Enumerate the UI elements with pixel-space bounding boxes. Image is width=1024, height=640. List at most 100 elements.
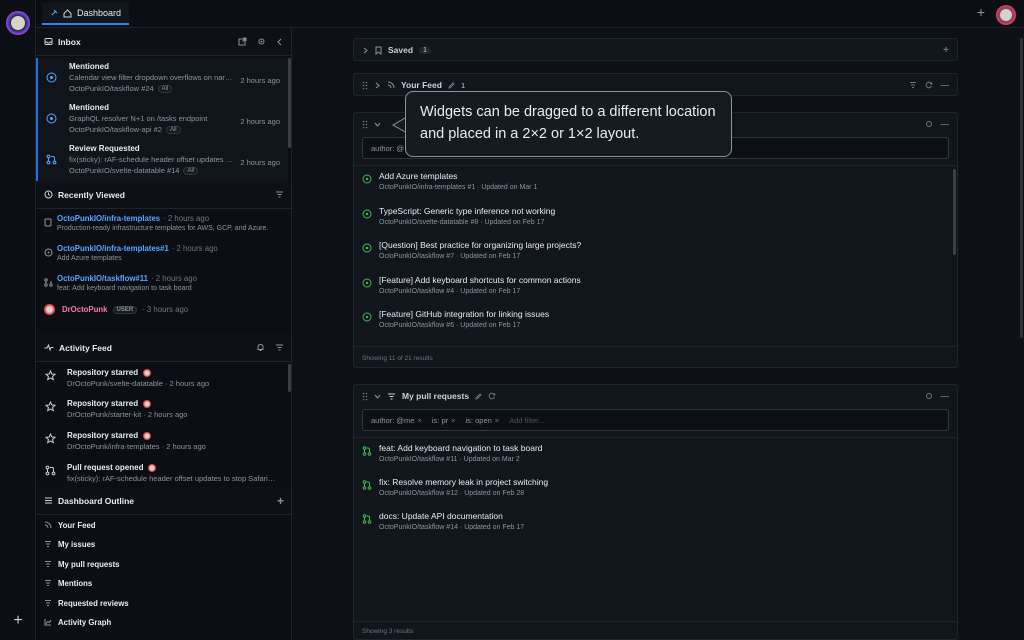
filter-icon[interactable] xyxy=(909,81,917,89)
bell-icon[interactable] xyxy=(256,343,265,352)
filter-chip[interactable]: author: @ xyxy=(371,144,404,153)
inbox-item[interactable]: Mentioned GraphQL resolver N+1 on /tasks… xyxy=(36,99,288,140)
filter-chip-author[interactable]: author: @me × xyxy=(371,416,422,425)
add-saved-button[interactable]: + xyxy=(943,45,949,56)
issue-row[interactable]: [Feature] GitHub integration for linking… xyxy=(362,309,949,343)
saved-header[interactable]: Saved 1 + xyxy=(354,39,957,61)
recent-item-title: OctoPunkIO/taskflow#11 xyxy=(57,274,148,283)
pr-row[interactable]: fix: Resolve memory leak in project swit… xyxy=(362,477,949,511)
add-filter-input[interactable]: Add filter... xyxy=(509,416,544,425)
add-widget-button[interactable]: + xyxy=(277,494,284,508)
recent-item-title: DrOctoPunk xyxy=(62,305,108,314)
pr-row[interactable]: feat: Add keyboard navigation to task bo… xyxy=(362,443,949,477)
issues-footer: Showing 11 of 21 results xyxy=(362,355,433,362)
outline-item-activity-graph[interactable]: Activity Graph xyxy=(36,613,291,632)
filter-chip-state[interactable]: is: open × xyxy=(466,416,500,425)
add-workspace-button[interactable]: + xyxy=(8,612,28,632)
activity-item[interactable]: Repository starred DrOctoPunk/svelte-dat… xyxy=(36,364,288,395)
minimize-icon[interactable]: — xyxy=(941,80,950,90)
tab-dashboard[interactable]: Dashboard xyxy=(42,3,130,25)
activity-item[interactable]: Pull request opened fix(sticky): rAF-sch… xyxy=(36,459,288,487)
chevron-right-icon[interactable] xyxy=(362,47,369,54)
drag-handle-icon[interactable] xyxy=(362,392,368,401)
inbox-item-repo: OctoPunkIO/taskflow #24 xyxy=(69,84,154,93)
refresh-icon[interactable] xyxy=(488,392,496,400)
edit-pencil-icon[interactable] xyxy=(448,81,455,89)
open-external-icon[interactable] xyxy=(238,37,247,46)
rss-icon xyxy=(387,81,395,89)
actor-avatar xyxy=(143,368,152,377)
settings-gear-icon[interactable] xyxy=(925,392,933,400)
outline-item-requested-reviews[interactable]: Requested reviews xyxy=(36,594,291,613)
outline-item-my-issues[interactable]: My issues xyxy=(36,535,291,554)
pull-request-open-icon xyxy=(362,446,372,456)
pr-meta: OctoPunkIO/taskflow #14 · Updated on Feb… xyxy=(379,524,525,531)
pull-requests-header[interactable]: My pull requests — xyxy=(354,385,957,407)
settings-gear-icon[interactable] xyxy=(257,37,266,46)
filter-icon[interactable] xyxy=(275,190,284,199)
inbox-item[interactable]: Review Requested fix(sticky): rAF-schedu… xyxy=(36,140,288,181)
outline-item-mentions[interactable]: Mentions xyxy=(36,574,291,593)
collapse-chevron-icon[interactable] xyxy=(276,37,284,46)
issues-scrollbar[interactable] xyxy=(953,169,956,255)
chevron-down-icon[interactable] xyxy=(374,393,381,400)
top-bar: Dashboard + xyxy=(36,0,1024,28)
inbox-icon xyxy=(44,37,53,46)
inbox-item-time: 2 hours ago xyxy=(240,117,280,126)
issue-open-icon xyxy=(362,209,372,219)
recent-item[interactable]: OctoPunkIO/taskflow#11 · 2 hours ago feat… xyxy=(36,270,291,292)
drag-handle-icon[interactable] xyxy=(362,120,368,129)
issue-row[interactable]: Add Azure templates OctoPunkIO/infra-tem… xyxy=(362,171,949,205)
filter-icon[interactable] xyxy=(275,343,284,352)
refresh-icon[interactable] xyxy=(925,81,933,89)
inbox-item[interactable]: Mentioned Calendar view filter dropdown … xyxy=(36,58,288,99)
chevron-right-icon[interactable] xyxy=(374,82,381,89)
tooltip-text: Widgets can be dragged to a different lo… xyxy=(420,104,716,142)
minimize-icon[interactable]: — xyxy=(941,119,950,129)
app-logo[interactable] xyxy=(6,11,30,35)
activity-item[interactable]: Repository starred DrOctoPunk/starter-ki… xyxy=(36,395,288,426)
issue-row[interactable]: [Feature] Add keyboard shortcuts for com… xyxy=(362,275,949,309)
drag-handle-icon[interactable] xyxy=(362,81,368,90)
pull-requests-widget: My pull requests — author: @me × is: pr × … xyxy=(353,384,958,640)
recent-item[interactable]: DrOctoPunk USER · 3 hours ago xyxy=(36,301,291,315)
recent-item[interactable]: OctoPunkIO/infra-templates#1 · 2 hours ag… xyxy=(36,240,291,262)
issue-open-icon xyxy=(362,278,372,288)
inbox-item-badge: All xyxy=(165,125,181,134)
filter-chip-type[interactable]: is: pr × xyxy=(432,416,456,425)
outline-item-your-feed[interactable]: Your Feed xyxy=(36,516,291,535)
main-scrollbar[interactable] xyxy=(1020,38,1023,338)
activity-scrollbar[interactable] xyxy=(288,364,291,392)
inbox-scrollbar[interactable] xyxy=(288,58,291,148)
saved-count: 1 xyxy=(419,46,431,54)
filter-icon xyxy=(44,599,52,607)
activity-feed-title: Activity Feed xyxy=(59,342,112,353)
sidebar: Inbox Mentioned Calendar view filter dro… xyxy=(36,28,292,640)
actor-avatar xyxy=(148,463,157,472)
recent-item-time: · 2 hours ago xyxy=(163,214,210,223)
your-feed-count: 1 xyxy=(460,80,466,90)
app-rail: + xyxy=(0,0,36,640)
recent-item-desc: feat: Add keyboard navigation to task bo… xyxy=(57,285,192,292)
issue-row[interactable]: [Question] Best practice for organizing … xyxy=(362,240,949,274)
outline-item-label: Activity Graph xyxy=(58,618,112,627)
graph-icon xyxy=(44,618,52,626)
activity-item[interactable]: Repository starred DrOctoPunk/infra-temp… xyxy=(36,427,288,458)
recent-item[interactable]: OctoPunkIO/infra-templates · 2 hours ago … xyxy=(36,210,291,232)
new-tab-button[interactable]: + xyxy=(974,5,988,20)
minimize-icon[interactable]: — xyxy=(941,391,950,401)
pr-filter-bar[interactable]: author: @me × is: pr × is: open × Add filte… xyxy=(362,409,949,431)
user-avatar[interactable] xyxy=(996,5,1016,25)
pulse-icon xyxy=(44,343,54,352)
rss-icon xyxy=(44,521,52,529)
issue-meta: OctoPunkIO/taskflow #4 · Updated on Feb … xyxy=(379,288,521,295)
filter-icon xyxy=(44,540,52,548)
edit-pencil-icon[interactable] xyxy=(475,392,482,400)
saved-title: Saved xyxy=(388,45,414,55)
settings-gear-icon[interactable] xyxy=(925,120,933,128)
outline-item-my-pull-requests[interactable]: My pull requests xyxy=(36,555,291,574)
pr-row[interactable]: docs: Update API documentation OctoPunkI… xyxy=(362,511,949,545)
remove-chip-icon: × xyxy=(417,415,422,425)
issue-row[interactable]: TypeScript: Generic type inference not w… xyxy=(362,206,949,240)
chevron-down-icon[interactable] xyxy=(374,121,381,128)
